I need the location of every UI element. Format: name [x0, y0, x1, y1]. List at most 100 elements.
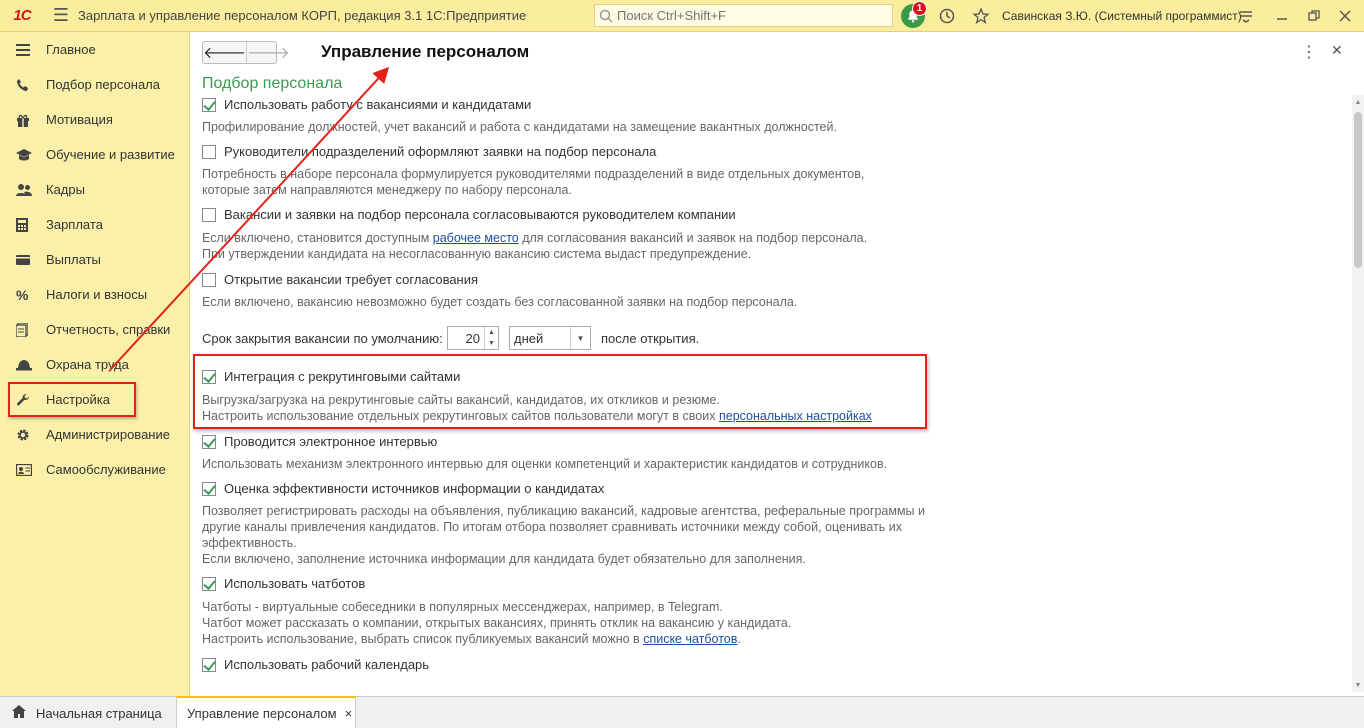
checkbox[interactable]: [202, 434, 216, 449]
restore-icon[interactable]: [1302, 4, 1326, 28]
back-button[interactable]: 🡐: [203, 42, 246, 63]
sidebar-item-training[interactable]: Обучение и развитие: [0, 137, 190, 172]
option-source-efficiency[interactable]: Оценка эффективности источников информац…: [202, 481, 604, 496]
settings-icon[interactable]: [1234, 4, 1258, 28]
scroll-down-icon[interactable]: ▼: [1352, 678, 1364, 692]
arrow-left-icon: 🡐: [203, 45, 246, 62]
term-days-stepper[interactable]: 20 ▲ ▼: [447, 326, 499, 350]
sidebar-item-label: Самообслуживание: [46, 462, 166, 477]
sidebar-item-personnel[interactable]: Кадры: [0, 172, 190, 207]
sidebar-item-label: Мотивация: [46, 112, 113, 127]
option-description: Профилирование должностей, учет вакансий…: [202, 120, 837, 134]
sidebar-item-reports[interactable]: Отчетность, справки: [0, 312, 190, 347]
menu-icon: [16, 43, 46, 56]
option-work-calendar[interactable]: Использовать рабочий календарь: [202, 657, 429, 672]
sidebar-item-self-service[interactable]: Самообслуживание: [0, 452, 190, 487]
minimize-icon[interactable]: [1270, 4, 1294, 28]
tab-label: Управление персоналом: [187, 705, 337, 721]
option-description: которые затем направляются менеджеру по …: [202, 183, 572, 197]
history-icon[interactable]: [935, 4, 959, 28]
active-item-highlight: [8, 382, 136, 417]
option-label: Открытие вакансии требует согласования: [224, 272, 479, 287]
page-title: Управление персоналом: [321, 42, 530, 61]
option-approval-by-head[interactable]: Вакансии и заявки на подбор персонала со…: [202, 207, 736, 222]
option-recruiting-sites[interactable]: Интеграция с рекрутинговыми сайтами: [202, 369, 460, 384]
option-description: эффективность.: [202, 536, 297, 550]
section-title: Подбор персонала: [202, 75, 343, 92]
close-tab-icon[interactable]: ×: [345, 706, 353, 721]
personal-settings-link[interactable]: персональных настройках: [719, 409, 872, 423]
search-input[interactable]: [617, 8, 877, 23]
sidebar-item-administration[interactable]: Администрирование: [0, 417, 190, 452]
gift-icon: [16, 113, 46, 127]
checkbox[interactable]: [202, 207, 216, 222]
wallet-icon: [16, 254, 46, 266]
calculator-icon: [16, 217, 46, 232]
workplace-link[interactable]: рабочее место: [433, 231, 519, 245]
current-user[interactable]: Савинская З.Ю. (Системный программист): [1002, 9, 1242, 23]
description-text: для согласования вакансий и заявок на по…: [518, 231, 868, 245]
stepper-up-icon[interactable]: ▲: [485, 327, 498, 338]
option-label: Использовать рабочий календарь: [224, 657, 430, 672]
description-text: .: [737, 632, 741, 646]
history-navigation: 🡐 🡒: [202, 41, 290, 64]
checkbox[interactable]: [202, 657, 216, 672]
description-text: Настроить использование отдельных рекрут…: [202, 409, 719, 423]
close-form-icon[interactable]: ✕: [1331, 42, 1343, 59]
option-description: Использовать механизм электронного интер…: [202, 457, 888, 471]
option-description: Настроить использование, выбрать список …: [202, 631, 741, 647]
chevron-down-icon[interactable]: ▼: [570, 327, 590, 349]
forward-button[interactable]: 🡒: [245, 42, 290, 63]
sidebar-item-label: Главное: [46, 42, 96, 57]
option-label: Проводится электронное интервью: [224, 434, 438, 449]
sidebar-item-recruitment[interactable]: Подбор персонала: [0, 67, 190, 102]
sidebar: Главное Подбор персонала Мотивация Обуче…: [0, 32, 190, 696]
phone-icon: [16, 78, 46, 92]
option-description: При утверждении кандидата на несогласова…: [202, 247, 752, 261]
menu-icon[interactable]: ☰: [44, 0, 78, 32]
tab-home[interactable]: Начальная страница: [0, 697, 176, 728]
stepper-down-icon[interactable]: ▼: [485, 338, 498, 349]
home-icon: [12, 705, 36, 721]
sidebar-item-label: Зарплата: [46, 217, 103, 232]
helmet-icon: [16, 359, 46, 371]
app-title: Зарплата и управление персоналом КОРП, р…: [78, 8, 527, 23]
star-icon[interactable]: [969, 4, 993, 28]
option-vacancies-candidates[interactable]: Использовать работу с вакансиями и канди…: [202, 97, 531, 112]
option-description: Если включено, вакансию невозможно будет…: [202, 295, 798, 309]
app-logo[interactable]: 1С: [0, 0, 44, 32]
more-actions-icon[interactable]: ⋮: [1301, 42, 1317, 62]
chatbots-list-link[interactable]: списке чатботов: [643, 632, 737, 646]
graduation-icon: [16, 148, 46, 162]
option-vacancy-approval[interactable]: Открытие вакансии требует согласования: [202, 272, 478, 287]
option-electronic-interview[interactable]: Проводится электронное интервью: [202, 434, 437, 449]
scrollbar-thumb[interactable]: [1354, 112, 1362, 268]
sidebar-item-payments[interactable]: Выплаты: [0, 242, 190, 277]
checkbox[interactable]: [202, 481, 216, 496]
sidebar-item-taxes[interactable]: % Налоги и взносы: [0, 277, 190, 312]
checkbox[interactable]: [202, 576, 216, 591]
option-label: Использовать работу с вакансиями и канди…: [224, 97, 532, 112]
sidebar-item-labor-safety[interactable]: Охрана труда: [0, 347, 190, 382]
sidebar-item-salary[interactable]: Зарплата: [0, 207, 190, 242]
arrow-right-icon: 🡒: [246, 45, 290, 62]
sidebar-item-label: Охрана труда: [46, 357, 129, 372]
close-window-icon[interactable]: [1333, 4, 1357, 28]
checkbox[interactable]: [202, 369, 216, 384]
people-icon: [16, 183, 46, 197]
option-description: Выгрузка/загрузка на рекрутинговые сайты…: [202, 393, 720, 407]
gear-icon: [16, 428, 46, 442]
sidebar-item-main[interactable]: Главное: [0, 32, 190, 67]
option-description: другие каналы привлечения кандидатов. По…: [202, 520, 902, 534]
checkbox[interactable]: [202, 272, 216, 287]
sidebar-item-motivation[interactable]: Мотивация: [0, 102, 190, 137]
tab-personnel-management[interactable]: Управление персоналом ×: [176, 696, 356, 728]
checkbox[interactable]: [202, 97, 216, 112]
term-days-value[interactable]: 20: [448, 327, 484, 349]
checkbox[interactable]: [202, 144, 216, 159]
option-dept-requests[interactable]: Руководители подразделений оформляют зая…: [202, 144, 656, 159]
option-chatbots[interactable]: Использовать чатботов: [202, 576, 365, 591]
scroll-up-icon[interactable]: ▲: [1352, 95, 1364, 109]
term-unit-select[interactable]: дней ▼: [509, 326, 591, 350]
search-box[interactable]: [594, 4, 893, 27]
